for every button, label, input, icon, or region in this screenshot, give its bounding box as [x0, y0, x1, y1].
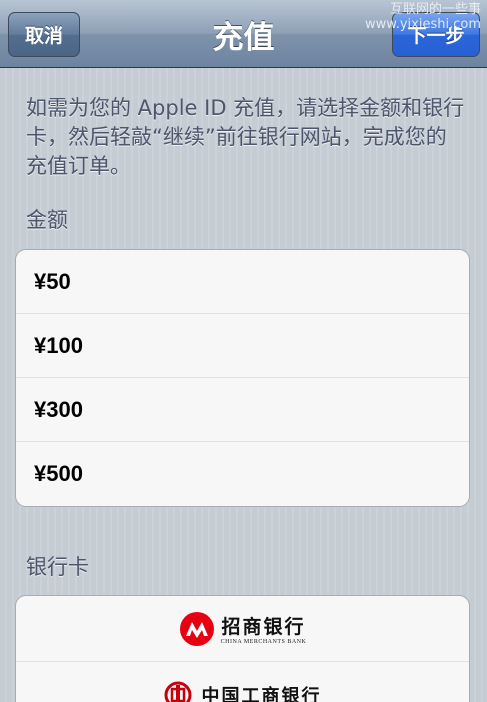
amount-option-50[interactable]: ¥50: [16, 250, 469, 314]
cancel-button[interactable]: 取消: [8, 12, 80, 57]
amount-option-100[interactable]: ¥100: [16, 314, 469, 378]
bank-list: 招商银行 CHINA MERCHANTS BANK 中国工商银行: [15, 595, 470, 702]
navigation-bar: 充值 取消 下一步 互联网的一些事 www.yixieshi.com: [0, 0, 487, 68]
amount-section-label: 金额: [26, 208, 68, 232]
icbc-name: 中国工商银行: [201, 686, 322, 702]
cmb-subtitle: CHINA MERCHANTS BANK: [220, 639, 307, 645]
icbc-logo-icon: [164, 681, 191, 702]
bank-option-icbc[interactable]: 中国工商银行: [16, 662, 469, 702]
amount-option-300[interactable]: ¥300: [16, 378, 469, 442]
icbc-logo: 中国工商银行: [164, 681, 322, 702]
watermark-line2: www.yixieshi.com: [365, 17, 481, 32]
cmb-logo-icon: [179, 611, 214, 646]
cmb-logo: 招商银行 CHINA MERCHANTS BANK: [179, 611, 307, 647]
bank-option-cmb[interactable]: 招商银行 CHINA MERCHANTS BANK: [16, 596, 469, 662]
amount-option-500[interactable]: ¥500: [16, 442, 469, 506]
intro-text: 如需为您的 Apple ID 充值，请选择金额和银行卡，然后轻敲“继续”前往银行…: [26, 96, 465, 178]
amount-list: ¥50 ¥100 ¥300 ¥500: [15, 249, 470, 507]
watermark: 互联网的一些事 www.yixieshi.com: [365, 2, 481, 32]
watermark-line1: 互联网的一些事: [389, 2, 481, 17]
bank-section-label: 银行卡: [26, 555, 89, 579]
cmb-name: 招商银行: [221, 616, 306, 638]
